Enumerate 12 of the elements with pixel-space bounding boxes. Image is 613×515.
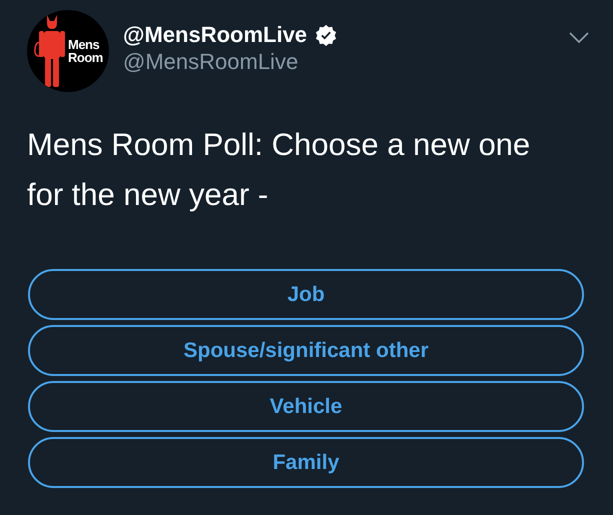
poll-option[interactable]: Vehicle xyxy=(28,381,584,432)
logo-text: Room xyxy=(68,51,103,64)
poll-option[interactable]: Family xyxy=(28,437,584,488)
poll-option[interactable]: Spouse/significant other xyxy=(28,325,584,376)
display-name: @MensRoomLive xyxy=(123,22,308,48)
chevron-down-icon[interactable] xyxy=(569,32,589,44)
user-handle: @MensRoomLive xyxy=(123,48,300,76)
poll-option[interactable]: Job xyxy=(28,269,584,320)
avatar[interactable]: Mens Room xyxy=(27,10,109,92)
tweet-text: Mens Room Poll: Choose a new one for the new year - xyxy=(26,126,532,214)
devil-figure-icon xyxy=(33,13,67,89)
logo-text: Mens xyxy=(68,38,100,51)
